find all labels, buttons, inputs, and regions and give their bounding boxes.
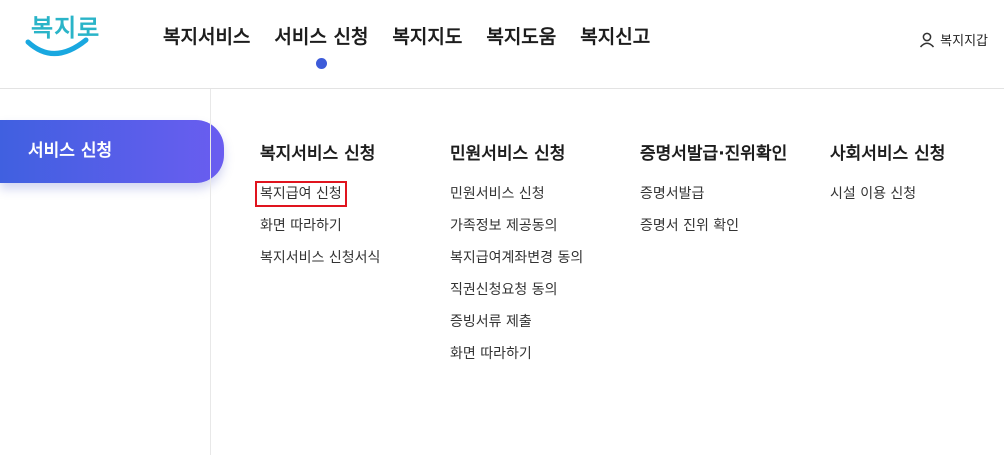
menu-item-civil-service-apply[interactable]: 민원서비스 신청 [450, 183, 583, 215]
menu-item-label: 증빙서류 제출 [450, 314, 532, 330]
menu-item-label: 복지급여계좌변경 동의 [450, 250, 584, 266]
menu-item-label: 증명서발급 [640, 186, 705, 202]
menu-column-welfare-apply: 복지서비스 신청 복지급여 신청 화면 따라하기 복지서비스 신청서식 [255, 142, 380, 279]
menu-item-document-submit[interactable]: 증빙서류 제출 [450, 311, 583, 343]
wallet-label: 복지지갑 [940, 34, 988, 49]
menu-item-certificate-verify[interactable]: 증명서 진위 확인 [640, 215, 787, 247]
menu-column-list: 민원서비스 신청 가족정보 제공동의 복지급여계좌변경 동의 직권신청요청 동의… [450, 183, 583, 375]
menu-column-civil-apply: 민원서비스 신청 민원서비스 신청 가족정보 제공동의 복지급여계좌변경 동의 … [450, 142, 583, 375]
side-divider [210, 89, 211, 455]
menu-column-certificate: 증명서발급·진위확인 증명서발급 증명서 진위 확인 [640, 142, 787, 247]
side-menu-label: 서비스 신청 [28, 141, 113, 161]
menu-column-social-service: 사회서비스 신청 시설 이용 신청 [830, 142, 945, 215]
gnb-item-label: 복지신고 [580, 26, 651, 48]
header: 복지로 복지서비스 서비스 신청 복지지도 복지도움 복지신고 복지지갑 [0, 0, 1004, 89]
user-icon [920, 32, 935, 48]
menu-item-application-forms[interactable]: 복지서비스 신청서식 [260, 247, 380, 279]
menu-item-label: 복지서비스 신청서식 [260, 250, 381, 266]
gnb-item-welfare-map[interactable]: 복지지도 [380, 24, 474, 50]
menu-item-label: 증명서 진위 확인 [640, 218, 740, 234]
menu-item-family-info-consent[interactable]: 가족정보 제공동의 [450, 215, 583, 247]
gnb-item-label: 복지서비스 [163, 26, 251, 48]
menu-item-account-change-consent[interactable]: 복지급여계좌변경 동의 [450, 247, 583, 279]
global-nav: 복지서비스 서비스 신청 복지지도 복지도움 복지신고 [151, 24, 662, 69]
logo[interactable]: 복지로 [24, 6, 99, 62]
menu-column-title: 복지서비스 신청 [260, 144, 376, 164]
gnb-item-welfare-service[interactable]: 복지서비스 [151, 24, 262, 50]
gnb-item-service-apply[interactable]: 서비스 신청 [262, 24, 380, 69]
menu-item-screen-guide[interactable]: 화면 따라하기 [260, 215, 380, 247]
gnb-item-welfare-report[interactable]: 복지신고 [568, 24, 662, 50]
gnb-item-label: 복지지도 [392, 26, 463, 48]
menu-item-label: 화면 따라하기 [260, 218, 342, 234]
menu-item-label: 복지급여 신청 [255, 181, 347, 207]
menu-column-list: 시설 이용 신청 [830, 183, 945, 215]
menu-item-welfare-benefit-apply[interactable]: 복지급여 신청 [255, 181, 380, 215]
menu-item-ex-officio-consent[interactable]: 직권신청요청 동의 [450, 279, 583, 311]
menu-column-title: 사회서비스 신청 [830, 144, 946, 164]
menu-item-certificate-issue[interactable]: 증명서발급 [640, 183, 787, 215]
gnb-item-label: 서비스 신청 [274, 26, 369, 48]
page: 복지로 복지서비스 서비스 신청 복지지도 복지도움 복지신고 복지지갑 서비스… [0, 0, 1004, 455]
menu-item-label: 직권신청요청 동의 [450, 282, 558, 298]
menu-column-title: 증명서발급·진위확인 [640, 144, 788, 164]
menu-item-screen-guide[interactable]: 화면 따라하기 [450, 343, 583, 375]
active-indicator-dot [316, 58, 328, 69]
menu-column-list: 복지급여 신청 화면 따라하기 복지서비스 신청서식 [255, 181, 380, 279]
gnb-item-label: 복지도움 [486, 26, 557, 48]
menu-column-title: 민원서비스 신청 [450, 144, 566, 164]
menu-item-facility-use-apply[interactable]: 시설 이용 신청 [830, 183, 945, 215]
gnb-item-welfare-help[interactable]: 복지도움 [474, 24, 568, 50]
side-menu-active-item[interactable]: 서비스 신청 [0, 120, 224, 183]
menu-item-label: 화면 따라하기 [450, 346, 532, 362]
wallet-link[interactable]: 복지지갑 [918, 30, 988, 49]
logo-swoosh-icon [25, 37, 89, 56]
menu-item-label: 가족정보 제공동의 [450, 218, 558, 234]
menu-item-label: 시설 이용 신청 [830, 186, 917, 202]
menu-item-label: 민원서비스 신청 [450, 186, 545, 202]
menu-column-list: 증명서발급 증명서 진위 확인 [640, 183, 787, 247]
